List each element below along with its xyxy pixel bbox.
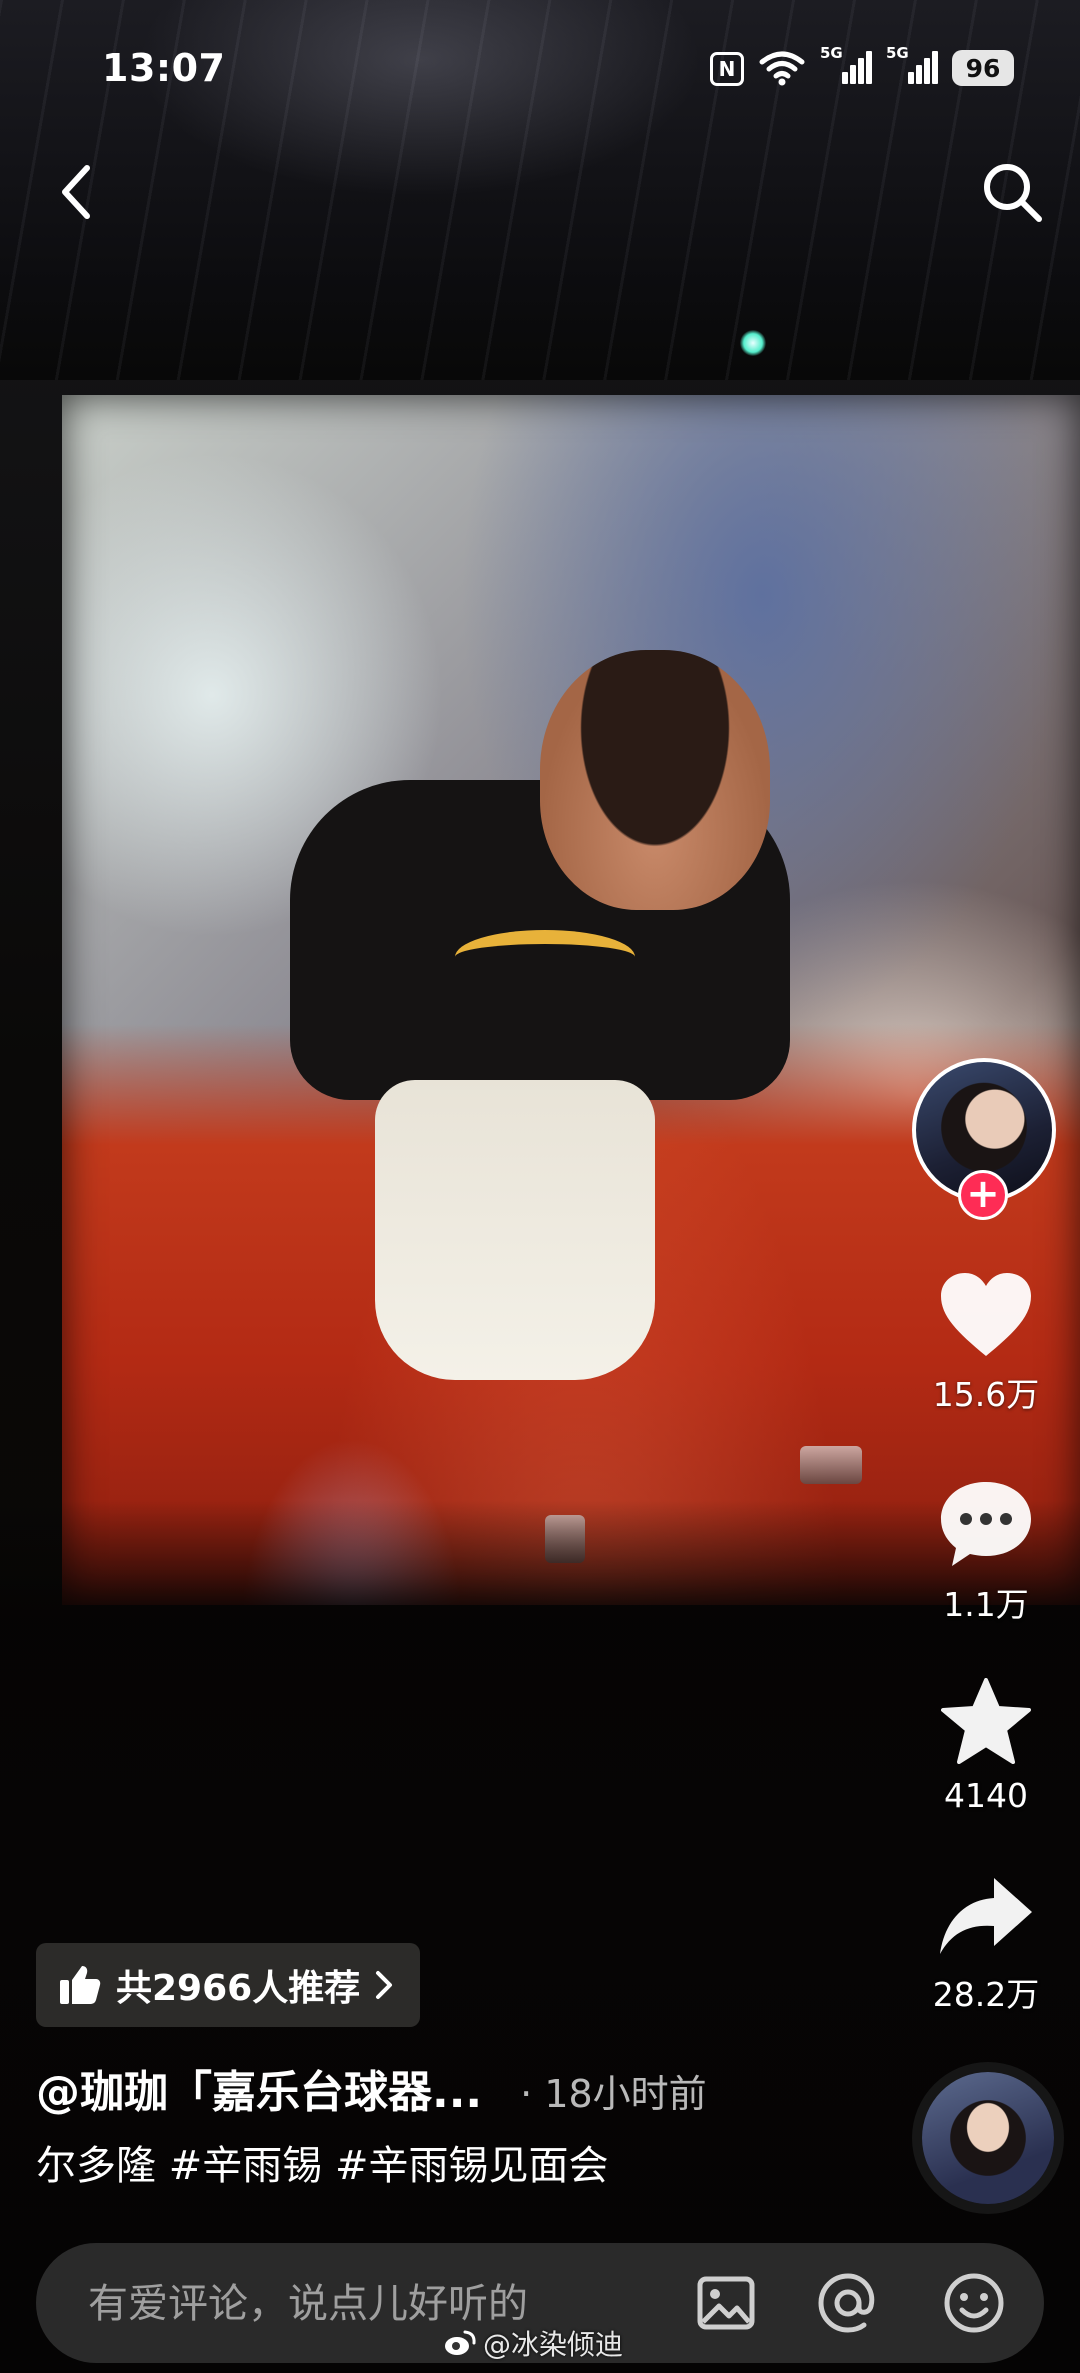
like-button[interactable]: 15.6万 [918,1270,1054,1416]
status-time: 13:07 [102,46,226,90]
search-icon [984,164,1042,222]
status-icons: N 5G 5G 96 [710,44,1014,86]
post-caption[interactable]: 尔多隆 #辛雨锡 #辛雨锡见面会 [36,2133,608,2191]
weibo-logo-icon [445,2330,476,2355]
search-button[interactable] [972,152,1052,232]
watermark: @冰染倾迪 [443,2323,623,2363]
favorite-button[interactable]: 4140 [918,1676,1054,1815]
creator-avatar[interactable]: + [912,1058,1056,1220]
follow-button[interactable]: + [958,1170,1008,1220]
thumbs-up-icon [60,1966,101,2004]
signal-icon: 5G [820,44,872,86]
signal-label: 5G [820,44,843,62]
person-head [540,650,770,910]
comment-button[interactable]: 1.1万 [918,1478,1054,1626]
signal-label: 5G [886,44,909,62]
ceiling-light [740,330,766,356]
person-legs [375,1080,655,1380]
image-picker-button[interactable] [692,2269,760,2337]
at-sign-icon [818,2273,875,2333]
recommend-text: 共2966人推荐 [116,1968,361,2009]
heart-icon [941,1273,1031,1356]
share-arrow-icon [940,1878,1032,1954]
favorite-count: 4140 [944,1776,1028,1815]
share-count: 28.2万 [932,1975,1040,2014]
star-icon [941,1678,1031,1764]
author-row: @珈珈「嘉乐台球器... · 18小时前 [36,2056,856,2120]
chevron-left-icon [62,165,90,219]
emoji-button[interactable] [940,2269,1008,2337]
author-name[interactable]: @珈珈「嘉乐台球器... [36,2056,482,2120]
nfc-icon: N [710,52,744,86]
post-time: · 18小时前 [520,2072,707,2116]
music-disc[interactable] [922,2072,1054,2204]
battery-indicator: 96 [952,50,1014,86]
share-button[interactable]: 28.2万 [918,1874,1054,2016]
shirt-logo [455,930,635,984]
wifi-icon [758,46,806,86]
signal-icon: 5G [886,44,938,86]
comment-count: 1.1万 [943,1585,1029,1624]
comment-icon [941,1482,1031,1566]
like-count: 15.6万 [932,1375,1040,1414]
recommend-badge[interactable]: 共2966人推荐 [36,1943,421,2027]
chevron-right-icon [376,1971,393,1999]
back-button[interactable] [40,152,110,232]
image-icon [697,2276,755,2330]
audience-phone [800,1446,862,1484]
watermark-text: @冰染倾迪 [483,2328,624,2361]
mention-button[interactable] [814,2269,882,2337]
emoji-icon [944,2273,1004,2333]
